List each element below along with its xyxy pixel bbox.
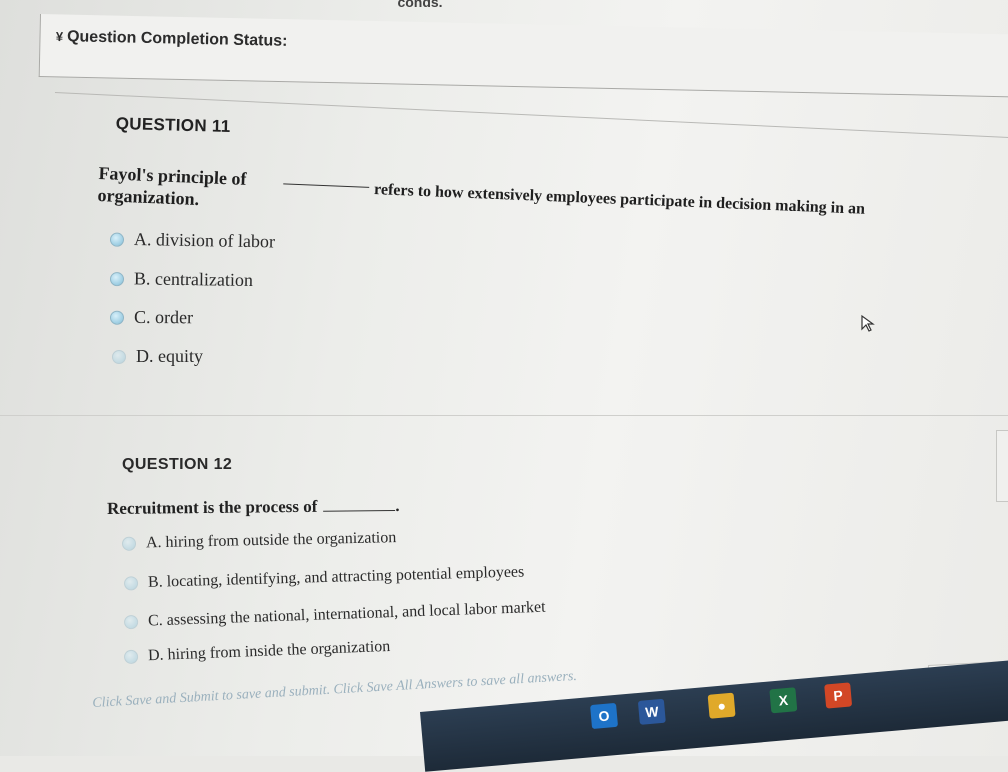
outlook-icon[interactable]: O	[590, 702, 619, 730]
question-12-blank	[323, 495, 396, 512]
question-11-blank	[283, 169, 370, 188]
radio-button[interactable]	[109, 310, 125, 325]
question-11-title: QUESTION 11	[115, 114, 231, 136]
q11-option-a[interactable]: A. division of labor	[109, 228, 276, 253]
radio-button[interactable]	[123, 649, 139, 665]
question-12-text: Recruitment is the process of.	[107, 496, 400, 519]
q11-option-c-label: C. order	[133, 306, 194, 328]
question-12-title: QUESTION 12	[122, 456, 233, 473]
question-12-stem: Recruitment is the process of	[107, 496, 318, 518]
radio-button[interactable]	[121, 536, 137, 551]
q11-option-b[interactable]: B. centralization	[109, 268, 254, 291]
radio-button[interactable]	[112, 349, 126, 364]
q11-option-d-label: D. equity	[136, 346, 203, 366]
question-12-period: .	[395, 495, 400, 515]
radio-button[interactable]	[123, 614, 139, 630]
chevron-down-icon[interactable]: ¥	[56, 29, 64, 44]
q11-option-b-label: B. centralization	[133, 268, 254, 290]
q11-option-c[interactable]: C. order	[109, 306, 194, 329]
excel-icon[interactable]: X	[769, 687, 798, 714]
edge-panel	[996, 430, 1008, 502]
chrome-icon[interactable]: ●	[707, 692, 736, 719]
q11-option-a-label: A. division of labor	[133, 228, 276, 252]
radio-button[interactable]	[109, 232, 125, 247]
question-divider	[0, 415, 1008, 416]
word-icon[interactable]: W	[637, 698, 666, 725]
q11-option-d[interactable]: D. equity	[112, 346, 203, 367]
powerpoint-icon[interactable]: P	[824, 682, 853, 709]
question-11-lead: Fayol's principle of organization.	[97, 162, 247, 210]
mouse-cursor-icon	[861, 314, 875, 332]
clipped-top-text: conds.	[397, 0, 443, 8]
completion-status-label: Question Completion Status:	[66, 28, 288, 50]
radio-button[interactable]	[123, 576, 139, 591]
radio-button[interactable]	[109, 271, 125, 286]
